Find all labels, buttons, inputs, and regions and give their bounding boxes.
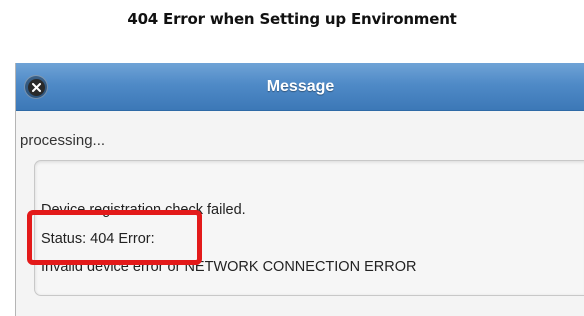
message-dialog: Message processing... Device registratio… (15, 63, 584, 316)
dialog-title: Message (266, 78, 335, 95)
close-icon (27, 78, 45, 96)
processing-status: processing... (20, 132, 106, 149)
document-heading: 404 Error when Setting up Environment (127, 10, 457, 28)
page: 404 Error when Setting up Environment Me… (0, 0, 584, 316)
dialog-header: Message (16, 63, 584, 111)
close-button[interactable] (24, 75, 48, 99)
error-highlight-box (27, 210, 202, 265)
